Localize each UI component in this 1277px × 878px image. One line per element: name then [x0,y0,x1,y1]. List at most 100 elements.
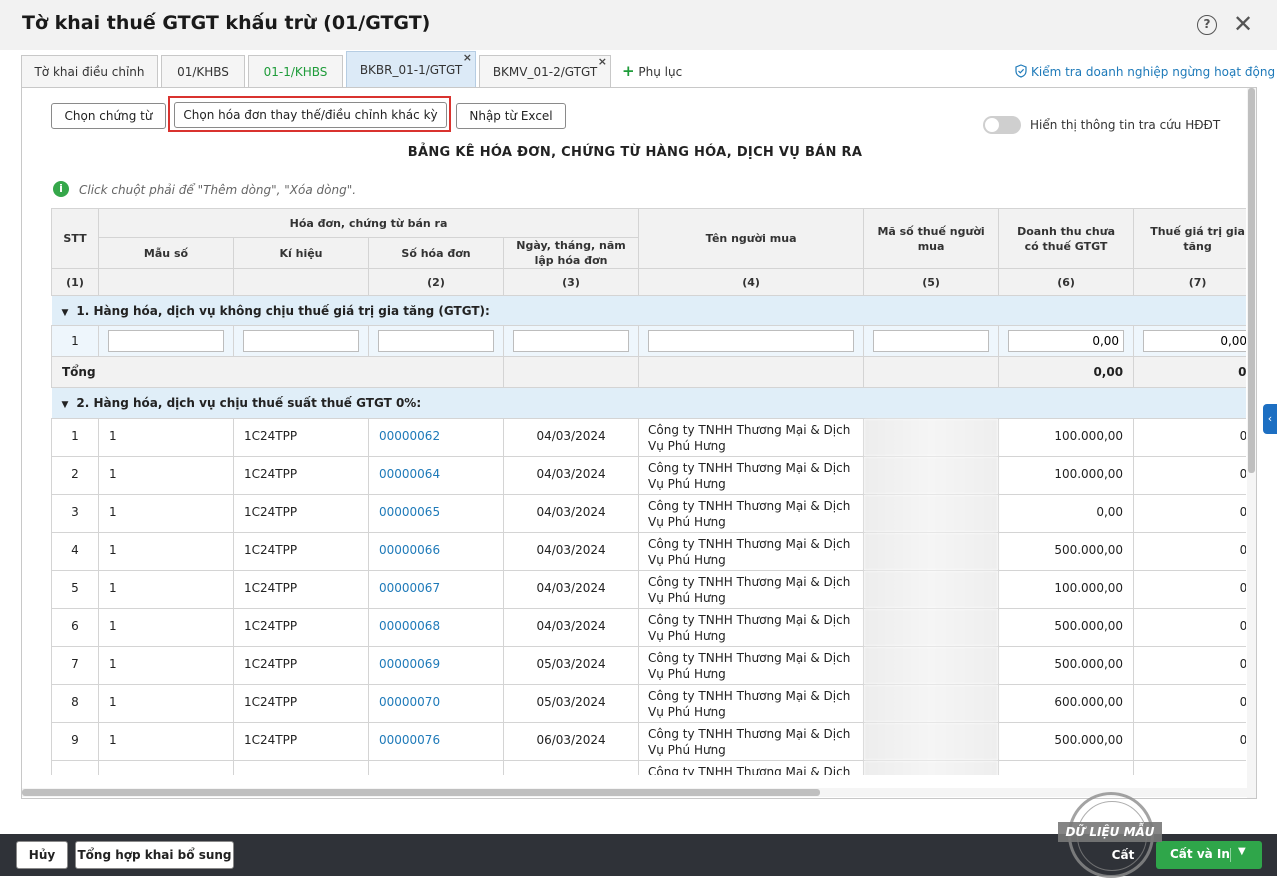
chevron-down-icon[interactable]: ▼ [1238,846,1246,857]
symbol-cell: 1C24TPP [233,456,369,495]
revenue-cell: 100.000,00 [998,418,1135,457]
revenue-cell: 500.000,00 [998,532,1135,571]
vat-cell: 0, [1133,456,1246,495]
stt-cell: 7 [51,646,99,685]
buyer-cell: Công ty TNHH Thương Mại & Dịch Vụ Phú Hư… [638,646,865,685]
tax-code-cell [863,494,1000,533]
tax-code-cell [863,684,1000,723]
invoice-table: STT Hóa đơn, chứng từ bán ra Tên người m… [51,208,1246,775]
sample-data-watermark: DỮ LIỆU MẪU [1058,822,1162,842]
tab-01-1-khbs[interactable]: 01-1/KHBS [248,55,343,87]
table-row[interactable]: 2 1 1C24TPP 00000064 04/03/2024 Công ty TNHH … [51,456,1246,495]
invoice-no-link[interactable]: 00000068 [368,608,504,647]
invoice-no-link[interactable]: 00000064 [368,456,504,495]
col-number: (1) [51,268,99,296]
section-row[interactable]: ▼ 1. Hàng hóa, dịch vụ không chịu thuế gi… [51,295,1246,326]
table-row[interactable]: 8 1 1C24TPP 00000070 05/03/2024 Công ty TNHH … [51,684,1246,723]
invoice-no-link[interactable]: 00000069 [368,646,504,685]
close-icon[interactable]: ✕ [1233,11,1253,37]
symbol-cell: 1C24TPP [233,646,369,685]
invoice-no-link[interactable]: 00000065 [368,494,504,533]
buyer-input[interactable] [648,330,855,352]
table-row[interactable]: 6 1 1C24TPP 00000068 04/03/2024 Công ty TNHH … [51,608,1246,647]
invoice-no-link[interactable]: 00000067 [368,570,504,609]
tax-code-cell [863,646,1000,685]
table-row[interactable]: 7 1 1C24TPP 00000069 05/03/2024 Công ty TNHH … [51,646,1246,685]
invoice-link[interactable]: 00000069 [379,657,440,671]
invoice-link[interactable]: 00000065 [379,505,440,519]
col-number: (2) [368,268,504,296]
choose-voucher-button[interactable]: Chọn chứng từ [51,103,166,129]
invoice-no-link[interactable]: 00000062 [368,418,504,457]
section-row[interactable]: ▼ 2. Hàng hóa, dịch vụ chịu thuế suất thu… [51,387,1246,419]
invoice-no-link[interactable]: 00000070 [368,684,504,723]
tab-bkbr-01-1-gtgt[interactable]: BKBR_01-1/GTGT × [346,51,476,87]
context-menu-hint: Click chuột phải để "Thêm dòng", "Xóa dò… [79,183,357,197]
stt-cell: 4 [51,532,99,571]
symbol-input[interactable] [243,330,359,352]
tab-01-khbs[interactable]: 01/KHBS [161,55,245,87]
table-row[interactable]: Công ty TNHH Thương Mại & Dịch Vụ [51,760,1246,775]
choose-replacement-invoice-button[interactable]: Chọn hóa đơn thay thế/điều chỉnh khác kỳ [174,102,447,128]
table-row[interactable]: 3 1 1C24TPP 00000065 04/03/2024 Công ty TNHH … [51,494,1246,533]
symbol-cell [233,760,369,775]
invoice-no-link[interactable] [368,760,504,775]
invoice-link[interactable]: 00000066 [379,543,440,557]
save-print-button[interactable]: Cất và In ▼ [1156,841,1262,869]
einvoice-info-label: Hiển thị thông tin tra cứu HĐĐT [1030,118,1221,132]
scroll-thumb[interactable] [22,789,820,796]
revenue-input[interactable] [1008,330,1125,352]
side-panel-toggle-icon[interactable]: ‹ [1263,404,1277,434]
date-input[interactable] [513,330,630,352]
vat-cell: 0, [1133,684,1246,723]
invoice-link[interactable]: 00000076 [379,733,440,747]
vat-input[interactable] [1143,330,1246,352]
add-appendix-button[interactable]: + Phụ lục [622,62,682,80]
vertical-scrollbar[interactable] [1247,88,1256,798]
scroll-thumb[interactable] [1248,88,1255,473]
check-business-link[interactable]: Kiểm tra doanh nghiệp ngừng hoạt động [1014,64,1275,79]
sheet-title: BẢNG KÊ HÓA ĐƠN, CHỨNG TỪ HÀNG HÓA, DỊCH… [407,145,863,160]
col-revenue: Doanh thu chưa có thuế GTGT [998,208,1135,269]
cancel-button[interactable]: Hủy [16,841,68,869]
form-input[interactable] [108,330,224,352]
invoice-link[interactable]: 00000067 [379,581,440,595]
vat-cell: 0, [1133,722,1246,761]
invoice-no-link[interactable]: 00000076 [368,722,504,761]
invoice-link[interactable]: 00000062 [379,429,440,443]
tab-close-icon[interactable]: × [598,55,607,68]
add-appendix-label: Phụ lục [638,65,683,79]
plus-icon: + [622,62,635,80]
invoice-no-input[interactable] [378,330,494,352]
col-invoice-no: Số hóa đơn [368,237,504,269]
stt-cell: 6 [51,608,99,647]
tab-adjustment-declaration[interactable]: Tờ khai điều chỉnh [21,55,158,87]
table-row[interactable]: 9 1 1C24TPP 00000076 06/03/2024 Công ty TNHH … [51,722,1246,761]
tax-code-input[interactable] [873,330,990,352]
invoice-link[interactable]: 00000068 [379,619,440,633]
date-cell: 04/03/2024 [502,494,640,533]
collapse-icon[interactable]: ▼ [62,308,69,318]
einvoice-info-toggle[interactable] [983,116,1021,134]
supplementary-summary-button[interactable]: Tổng hợp khai bổ sung [75,841,234,869]
symbol-cell: 1C24TPP [233,570,369,609]
table-row[interactable]: 5 1 1C24TPP 00000067 04/03/2024 Công ty TNHH … [51,570,1246,609]
invoice-link[interactable]: 00000064 [379,467,440,481]
collapse-icon[interactable]: ▼ [62,400,69,410]
invoice-no-link[interactable]: 00000066 [368,532,504,571]
horizontal-scrollbar[interactable] [22,788,1247,797]
tab-close-icon[interactable]: × [463,51,472,64]
total-revenue: 0,00 [998,356,1135,388]
help-icon[interactable]: ? [1197,15,1217,35]
stt-cell: 9 [51,722,99,761]
date-cell [502,760,640,775]
tab-bkmv-01-2-gtgt[interactable]: BKMV_01-2/GTGT × [479,55,611,87]
tax-code-cell [863,722,1000,761]
import-excel-button[interactable]: Nhập từ Excel [456,103,566,129]
col-number: (3) [502,268,640,296]
table-row[interactable]: 4 1 1C24TPP 00000066 04/03/2024 Công ty TNHH … [51,532,1246,571]
table-row[interactable]: 1 1 1C24TPP 00000062 04/03/2024 Công ty TNHH … [51,418,1246,457]
invoice-link[interactable]: 00000070 [379,695,440,709]
tax-code-cell [863,532,1000,571]
col-buyer: Tên người mua [638,208,865,269]
